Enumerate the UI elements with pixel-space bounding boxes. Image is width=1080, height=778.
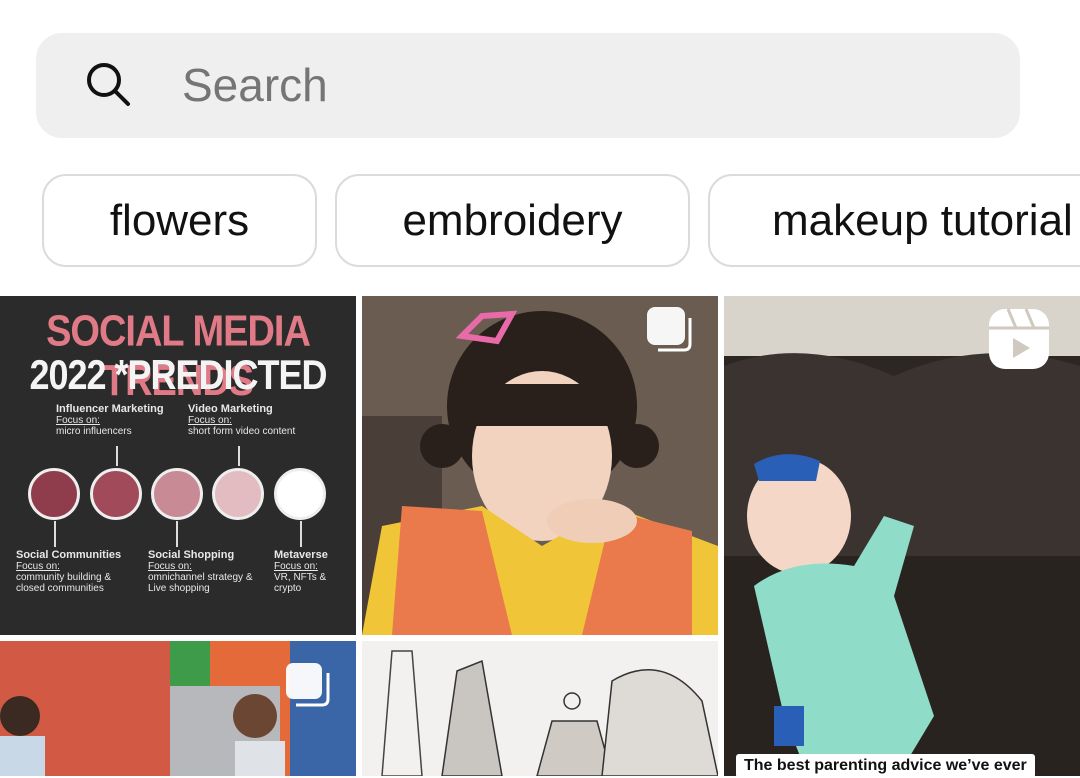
- infographic-item: Social Shopping Focus on: omnichannel st…: [148, 549, 253, 595]
- post-tile-sketches[interactable]: [362, 641, 718, 776]
- post-tile-street[interactable]: [0, 641, 356, 776]
- post-tile-infographic[interactable]: SOCIAL MEDIA TRENDS 2022 *PREDICTED Infl…: [0, 296, 356, 635]
- search-icon: [87, 63, 130, 106]
- infographic-item: Influencer Marketing Focus on: micro inf…: [56, 403, 164, 438]
- explore-grid: SOCIAL MEDIA TRENDS 2022 *PREDICTED Infl…: [0, 296, 1080, 776]
- shopping-bag-icon: [151, 468, 203, 520]
- infographic-item: Social Communities Focus on: community b…: [16, 549, 122, 595]
- reel-tile-baby[interactable]: [724, 296, 1080, 776]
- reel-caption: The best parenting advice we’ve ever: [736, 754, 1035, 778]
- infographic-item: Metaverse Focus on: VR, NFTs & crypto: [274, 549, 328, 595]
- infographic-item: Video Marketing Focus on: short form vid…: [188, 403, 296, 438]
- search-input[interactable]: [180, 58, 984, 112]
- connector-line: [238, 446, 240, 466]
- chip-makeup-tutorial[interactable]: makeup tutorial: [708, 174, 1080, 267]
- connector-line: [54, 521, 56, 547]
- chip-embroidery[interactable]: embroidery: [335, 174, 690, 267]
- carousel-icon: [286, 663, 330, 707]
- fashion-sketches: [362, 641, 718, 776]
- carousel-icon: [647, 307, 692, 352]
- community-icon: [28, 468, 80, 520]
- suggestion-chips: flowers embroidery makeup tutorial: [0, 174, 1080, 271]
- connector-line: [176, 521, 178, 547]
- post-tile-selfie[interactable]: [362, 296, 718, 635]
- reels-icon: [989, 308, 1049, 369]
- phone-icon: [90, 468, 142, 520]
- connector-line: [116, 446, 118, 466]
- connector-line: [300, 521, 302, 547]
- chip-flowers[interactable]: flowers: [42, 174, 317, 267]
- video-icon: [212, 468, 264, 520]
- planet-icon: [274, 468, 326, 520]
- infographic-subtitle: 2022 *PREDICTED: [29, 350, 327, 398]
